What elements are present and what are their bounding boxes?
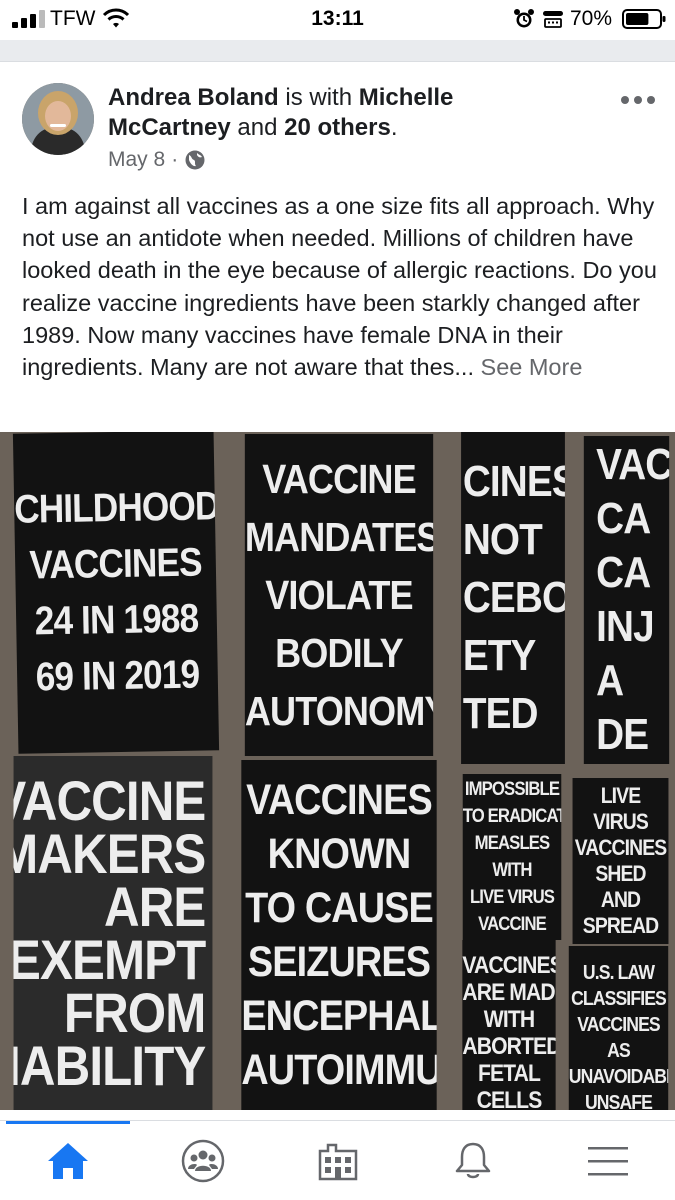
sign-line: SHED xyxy=(595,861,646,886)
and-text: and xyxy=(230,114,285,141)
post-author-line: Andrea Boland is with Michelle McCartney… xyxy=(108,83,578,143)
photo-sign-aborted-fetal-cells[interactable]: VACCINESARE MADEWITHABORTEDFETALCELLS xyxy=(462,940,556,1110)
status-bar: TFW 13:11 70% xyxy=(0,0,675,40)
sign-line: CA xyxy=(596,494,651,543)
photo-sign-childhood-vaccines[interactable]: CHILDHOOD VACCINES 24 IN 1988 69 IN 2019 xyxy=(12,432,220,754)
tab-notifications[interactable] xyxy=(405,1121,540,1200)
meta-separator: · xyxy=(171,148,179,171)
sign-line: MEASLES xyxy=(474,833,551,854)
period: . xyxy=(390,114,398,141)
post-body: I am against all vaccines as a one size … xyxy=(22,190,662,383)
sign-line: WITH xyxy=(492,860,532,881)
sign-line: TED xyxy=(462,689,539,738)
author-name[interactable]: Andrea Boland xyxy=(108,84,279,111)
sign-line: VIRUS xyxy=(593,809,649,834)
tab-menu[interactable] xyxy=(540,1121,675,1200)
sign-line: ABORTED xyxy=(462,1033,556,1060)
battery-icon xyxy=(622,9,666,29)
alarm-icon xyxy=(514,9,534,28)
sign-line: VACCINES xyxy=(574,835,667,860)
photo-sign-not-placebo-tested[interactable]: CINES NOT CEBO ETY TED xyxy=(461,432,565,764)
groups-icon xyxy=(181,1139,224,1183)
sign-line: DE xyxy=(596,710,649,759)
sign-line: UNAVOIDABLY xyxy=(568,1066,668,1088)
sign-line: 69 IN 2019 xyxy=(35,652,200,700)
tab-marketplace[interactable] xyxy=(270,1121,405,1200)
see-more-link[interactable]: See More xyxy=(481,354,583,380)
sign-line: MAKERS xyxy=(13,822,207,885)
sign-line: AUTONOMY xyxy=(244,688,434,734)
sign-line: VACC xyxy=(596,440,669,489)
sign-line: UNSAFE xyxy=(584,1092,653,1110)
sign-line: VACCINE xyxy=(478,914,547,935)
sign-line: A xyxy=(596,656,624,705)
battery-percent: 70% xyxy=(570,7,613,30)
sign-line: AND xyxy=(600,887,641,912)
others-link[interactable]: 20 others xyxy=(284,114,391,141)
sign-line: WITH xyxy=(483,1006,535,1033)
sign-line: VACCINES xyxy=(246,776,433,824)
more-options-icon[interactable] xyxy=(620,94,656,106)
sign-line: AS xyxy=(607,1040,631,1062)
sign-line: BODILY xyxy=(275,630,404,676)
sign-line: ARE MADE xyxy=(462,979,555,1006)
sign-line: 24 IN 1988 xyxy=(34,596,199,644)
sign-line: CELLS xyxy=(476,1087,543,1110)
sign-line: INJ xyxy=(596,602,655,651)
sign-line: ARE xyxy=(103,875,206,938)
sign-line: CINES xyxy=(462,457,565,506)
photo-sign-vaccines-can-cause-injury[interactable]: VACC CA CA INJ A DE xyxy=(583,436,670,764)
sign-line: KNOWN xyxy=(267,830,412,878)
sign-line: FETAL xyxy=(477,1060,541,1087)
sign-line: TO ERADICATE xyxy=(462,806,562,827)
sign-line: CA xyxy=(596,548,651,597)
sign-line: VACCINE xyxy=(262,456,416,502)
sign-line: LIVE VIRUS xyxy=(469,887,555,908)
sign-line: VACCINES xyxy=(577,1014,660,1036)
home-icon xyxy=(47,1143,88,1179)
sign-line: CEBO xyxy=(462,573,565,622)
sign-line: AUTOIMMUNITY xyxy=(241,1046,436,1094)
sign-line: VACCINE xyxy=(13,769,207,832)
photo-grid[interactable]: CHILDHOOD VACCINES 24 IN 1988 69 IN 2019 VA… xyxy=(0,432,675,1110)
sign-line: MANDATES xyxy=(244,514,434,560)
tab-home[interactable] xyxy=(0,1121,135,1200)
feed-separator xyxy=(0,40,675,62)
photo-sign-vaccines-known-to-cause[interactable]: VACCINES KNOWN TO CAUSE SEIZURES ENCEPHALITI… xyxy=(241,760,437,1110)
globe-icon xyxy=(185,150,205,170)
sign-line: LIABILITY xyxy=(14,1034,207,1097)
sign-line: TO CAUSE xyxy=(245,884,434,932)
sign-line: VACCINES xyxy=(462,952,556,979)
photo-sign-unavoidably-unsafe[interactable]: U.S. LAW CLASSIFIES VACCINES AS UNAVOIDABLY U… xyxy=(568,946,669,1110)
sign-line: NOT xyxy=(462,515,543,564)
sign-line: SEIZURES xyxy=(247,938,431,986)
sign-line: U.S. LAW xyxy=(582,962,655,984)
photo-sign-live-virus-vaccines-shed[interactable]: LIVE VIRUS VACCINES SHED AND SPREAD xyxy=(572,778,669,944)
sign-line: SPREAD xyxy=(582,913,659,938)
post-body-text: I am against all vaccines as a one size … xyxy=(22,193,657,381)
bottom-tab-bar xyxy=(0,1120,675,1200)
sign-line: EXEMPT xyxy=(13,928,207,991)
photo-sign-vaccine-mandates[interactable]: VACCINE MANDATES VIOLATE BODILY AUTONOMY xyxy=(244,434,434,756)
sign-line: ETY xyxy=(462,631,537,680)
menu-icon xyxy=(587,1147,628,1176)
tty-icon xyxy=(543,11,563,28)
photo-sign-vaccine-makers-exempt[interactable]: VACCINEMAKERSAREEXEMPTFROMLIABILITY xyxy=(13,756,213,1110)
avatar[interactable] xyxy=(22,83,94,155)
with-text: is with xyxy=(278,84,359,111)
post-meta: May 8 · xyxy=(108,148,206,172)
sign-line: FROM xyxy=(63,981,206,1044)
sign-line: LIVE xyxy=(600,783,641,808)
sign-line: ENCEPHALITIS xyxy=(241,992,436,1040)
sign-line: VACCINES xyxy=(29,540,202,588)
photo-sign-impossible-to-eradicate-measles[interactable]: IMPOSSIBLE TO ERADICATE MEASLES WITH LIVE VI… xyxy=(462,774,562,940)
tab-groups[interactable] xyxy=(135,1121,270,1200)
bell-icon xyxy=(455,1142,490,1179)
sign-line: CLASSIFIES xyxy=(571,988,667,1010)
sign-line: VIOLATE xyxy=(265,572,413,618)
sign-line: IMPOSSIBLE xyxy=(464,779,560,800)
post-date[interactable]: May 8 xyxy=(108,148,165,172)
sign-line: CHILDHOOD xyxy=(13,484,220,532)
marketplace-icon xyxy=(318,1143,357,1181)
